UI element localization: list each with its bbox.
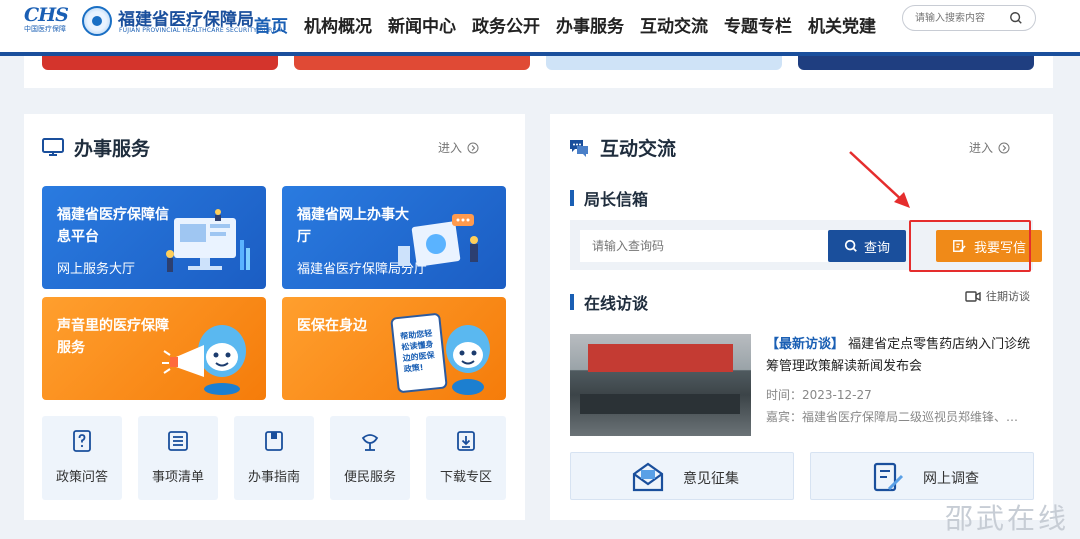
service-panel: 办事服务 进入 福建省医疗保障信息平台 网上服务大厅 福建省网上办事大厅 福建省… xyxy=(24,114,525,520)
question-doc-icon xyxy=(73,430,91,452)
mailbox-heading: 局长信箱 xyxy=(570,186,648,210)
mascot-icon xyxy=(446,325,490,395)
online-interview-heading: 在线访谈 xyxy=(570,290,648,314)
search-icon xyxy=(844,239,857,252)
tile-audio-service[interactable]: 声音里的医疗保障服务 xyxy=(42,297,266,400)
survey-edit-icon xyxy=(873,462,904,492)
interaction-enter-link[interactable]: 进入 xyxy=(969,139,1010,156)
interview-guest: 嘉宾：福建省医疗保障局二级巡视员郑维锋、… xyxy=(766,410,1019,424)
monitor-icon xyxy=(42,137,64,156)
banner-thumb[interactable] xyxy=(294,56,530,70)
nav-about[interactable]: 机构概况 xyxy=(304,12,372,37)
phone-poster-text: 帮助您轻松读懂身边的医保政策! xyxy=(399,328,435,374)
interview-headline[interactable]: 【最新访谈】 福建省定点零售药店纳入门诊统筹管理政策解读新闻发布会 xyxy=(766,334,1038,378)
item-list-button[interactable]: 事项清单 xyxy=(138,416,218,500)
watermark-text: 邵武在线 xyxy=(945,502,1070,535)
convenience-service-button[interactable]: 便民服务 xyxy=(330,416,410,500)
banner-thumb[interactable] xyxy=(546,56,782,70)
online-hall-illustration-icon xyxy=(398,214,478,267)
policy-qa-button[interactable]: 政策问答 xyxy=(42,416,122,500)
nav-party[interactable]: 机关党建 xyxy=(808,12,876,37)
mascot-megaphone-icon xyxy=(162,325,246,395)
query-code-input[interactable] xyxy=(580,230,828,262)
service-panel-title: 办事服务 xyxy=(74,138,151,160)
chs-logo[interactable]: CHS 中国医疗保障 xyxy=(24,4,74,38)
banner-thumb[interactable] xyxy=(798,56,1034,70)
chevron-circle-right-icon xyxy=(467,142,479,153)
interaction-panel-header: 互动交流 xyxy=(568,134,676,161)
tile-insurance-platform[interactable]: 福建省医疗保障信息平台 网上服务大厅 xyxy=(42,186,266,289)
download-zone-button[interactable]: 下载专区 xyxy=(426,416,506,500)
past-interviews-link[interactable]: 往期访谈 xyxy=(965,288,1030,304)
interview-photo[interactable] xyxy=(570,334,751,436)
service-enter-link[interactable]: 进入 xyxy=(438,139,479,156)
video-camera-icon xyxy=(965,290,981,302)
chevron-circle-right-icon xyxy=(998,142,1010,153)
service-guide-button[interactable]: 办事指南 xyxy=(234,416,314,500)
opinion-collection-button[interactable]: 意见征集 xyxy=(570,452,794,500)
nav-news[interactable]: 新闻中心 xyxy=(388,12,456,37)
interaction-panel-title: 互动交流 xyxy=(600,138,677,160)
nav-services[interactable]: 办事服务 xyxy=(556,12,624,37)
flower-hand-icon xyxy=(361,434,379,451)
query-button[interactable]: 查询 xyxy=(828,230,906,262)
bureau-seal-icon xyxy=(82,6,112,36)
guide-book-icon xyxy=(265,431,283,451)
interaction-panel: 互动交流 进入 局长信箱 查询 我要写信 在线访谈 往期访谈 【最新访谈】 福建… xyxy=(550,114,1053,520)
tile-insurance-nearby[interactable]: 医保在身边 帮助您轻松读懂身边的医保政策! xyxy=(282,297,506,400)
nav-home[interactable]: 首页 xyxy=(254,12,288,37)
site-search xyxy=(902,5,1036,31)
nav-interaction[interactable]: 互动交流 xyxy=(640,12,708,37)
chat-bubble-icon xyxy=(570,139,588,157)
search-icon[interactable] xyxy=(1009,11,1023,25)
online-survey-button[interactable]: 网上调查 xyxy=(810,452,1034,500)
interview-time: 时间：2023-12-27 xyxy=(766,388,872,402)
site-header: CHS 中国医疗保障 福建省医疗保障局 FUJIAN PROVINCIAL HE… xyxy=(0,0,1080,56)
platform-illustration-icon xyxy=(166,209,250,272)
banner-thumb[interactable] xyxy=(42,56,278,70)
nav-gov-affairs[interactable]: 政务公开 xyxy=(472,12,540,37)
service-panel-header: 办事服务 xyxy=(42,134,150,161)
envelope-icon xyxy=(632,462,664,492)
annotation-highlight-box xyxy=(909,220,1031,272)
search-input[interactable] xyxy=(915,10,1009,27)
main-nav: 首页 机构概况 新闻中心 政务公开 办事服务 互动交流 专题专栏 机关党建 xyxy=(254,12,892,37)
nav-topics[interactable]: 专题专栏 xyxy=(724,12,792,37)
annotation-arrow-icon xyxy=(849,151,910,208)
tile-online-hall[interactable]: 福建省网上办事大厅 福建省医疗保障局分厅 xyxy=(282,186,506,289)
download-doc-icon xyxy=(457,431,475,451)
list-icon xyxy=(168,431,188,451)
